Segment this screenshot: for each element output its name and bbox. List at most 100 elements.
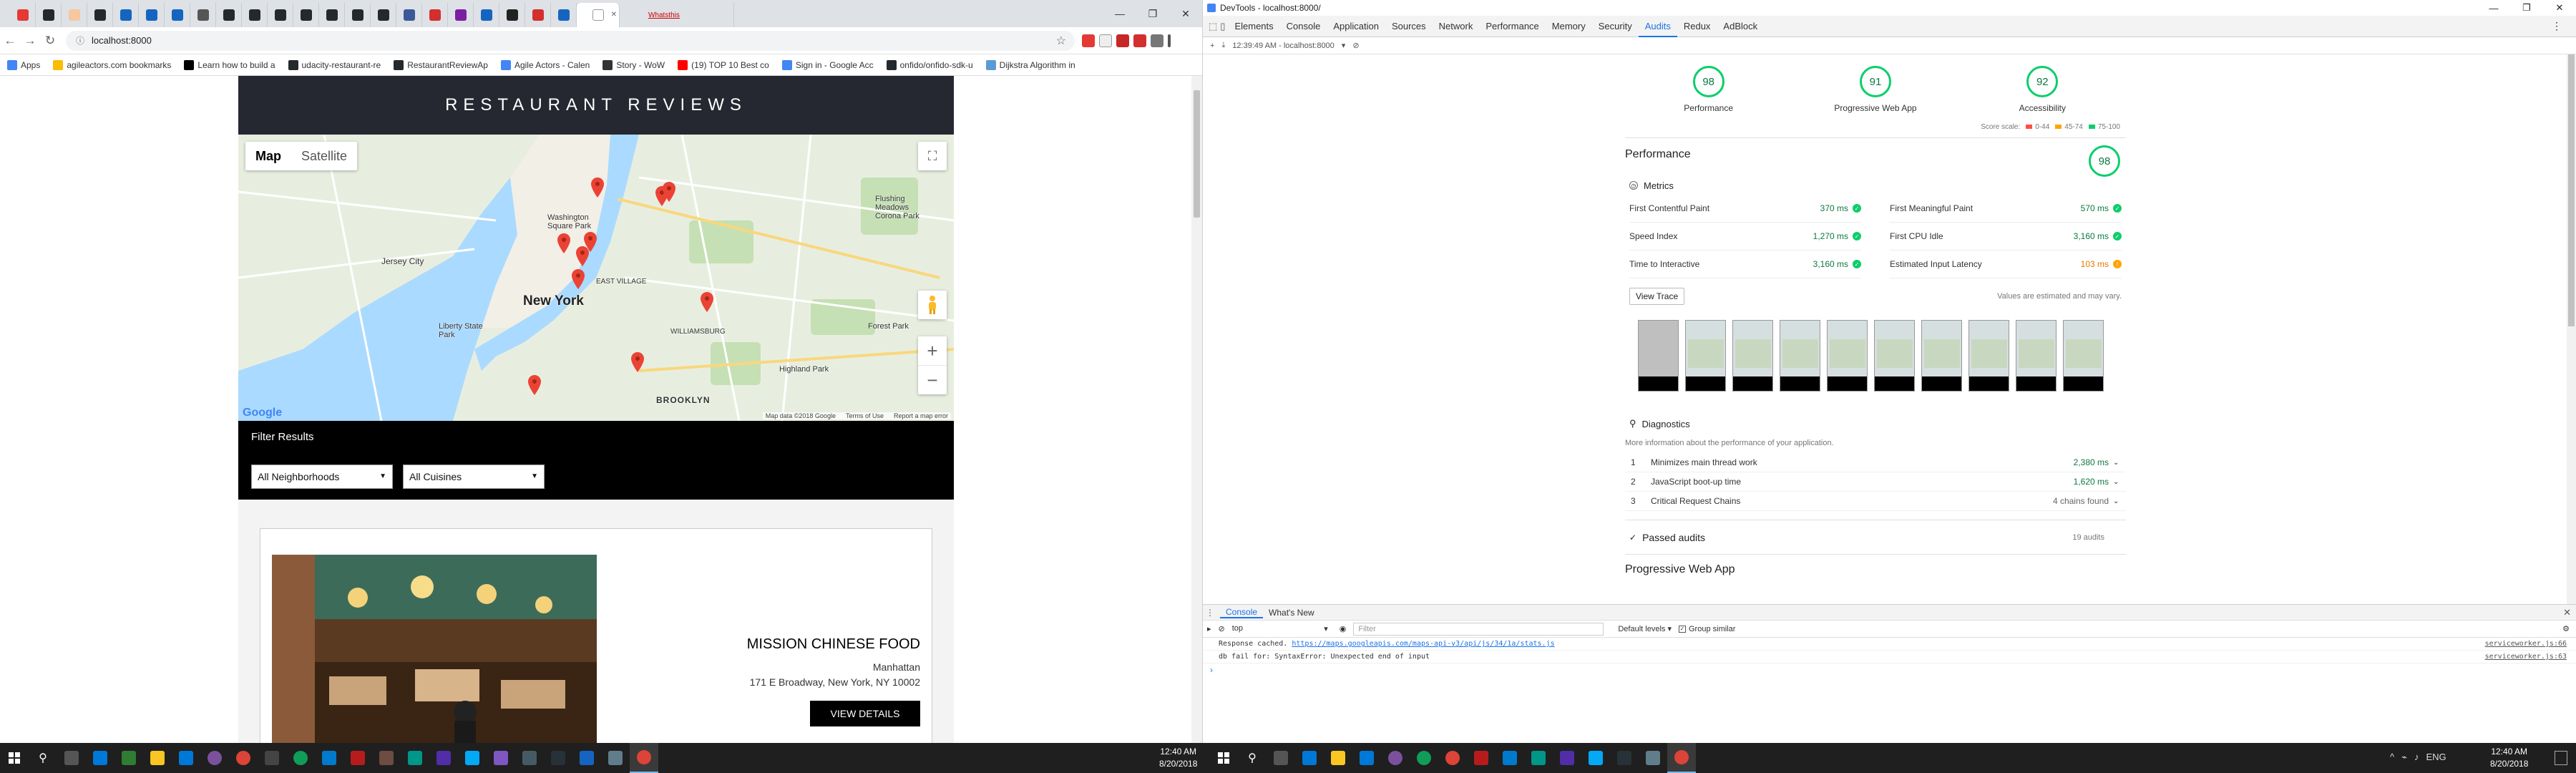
tab[interactable] xyxy=(10,3,36,27)
tab[interactable] xyxy=(474,3,499,27)
chrome-icon[interactable] xyxy=(229,743,258,773)
app-icon[interactable] xyxy=(515,743,544,773)
tab-application[interactable]: Application xyxy=(1327,16,1385,37)
edge-icon[interactable] xyxy=(114,743,143,773)
metrics-header[interactable]: ◷ Metrics xyxy=(1625,176,2126,195)
app-icon[interactable] xyxy=(1581,743,1610,773)
terms-link[interactable]: Terms of Use xyxy=(846,412,884,419)
vscode-icon[interactable] xyxy=(1496,743,1524,773)
volume-icon[interactable]: ♪ xyxy=(2414,752,2419,763)
map-marker-icon[interactable] xyxy=(576,246,589,266)
download-icon[interactable]: ⤓ xyxy=(1221,41,1225,50)
search-icon[interactable]: ⚲ xyxy=(29,743,57,773)
zoom-out-button[interactable]: − xyxy=(918,365,947,394)
neighborhoods-select[interactable]: All Neighborhoods ▼ xyxy=(251,465,393,489)
chrome-icon[interactable] xyxy=(1410,743,1438,773)
tab-whats-new[interactable]: What's New xyxy=(1263,608,1320,618)
add-icon[interactable]: + xyxy=(1210,42,1214,50)
bookmark[interactable]: Learn how to build a xyxy=(184,59,275,70)
bookmark[interactable]: (19) TOP 10 Best co xyxy=(678,59,769,70)
map-marker-icon[interactable] xyxy=(591,178,604,198)
passed-audits[interactable]: ✓ Passed audits 19 audits xyxy=(1625,520,2126,554)
app-icon[interactable] xyxy=(343,743,372,773)
map-marker-icon[interactable] xyxy=(631,352,644,372)
device-toolbar-icon[interactable]: ▯ xyxy=(1220,21,1225,32)
zoom-in-button[interactable]: + xyxy=(918,336,947,365)
map-marker-icon[interactable] xyxy=(701,292,713,312)
report-error-link[interactable]: Report a map error xyxy=(894,412,948,419)
filter-input[interactable]: Filter xyxy=(1353,622,1604,636)
tab[interactable] xyxy=(87,3,113,27)
bookmark[interactable]: onfido/onfido-sdk-u xyxy=(886,59,973,70)
tab-network[interactable]: Network xyxy=(1433,16,1480,37)
app-icon[interactable] xyxy=(372,743,401,773)
diagnostic-row[interactable]: 2 JavaScript boot-up time 1,620 ms ⌄ xyxy=(1625,472,2126,492)
tab-audits[interactable]: Audits xyxy=(1638,16,1677,37)
chrome-icon[interactable] xyxy=(630,743,658,773)
diagnostic-row[interactable]: 3 Critical Request Chains 4 chains found ⌄ xyxy=(1625,492,2126,511)
fullscreen-icon[interactable]: ⛶ xyxy=(918,142,947,170)
scrollbar-thumb[interactable] xyxy=(2568,54,2575,326)
expand-icon[interactable]: ⌄ xyxy=(2113,497,2126,505)
extension-icon[interactable] xyxy=(1099,34,1112,47)
sidebar-icon[interactable]: ▸ xyxy=(1207,624,1211,633)
explorer-icon[interactable] xyxy=(1324,743,1352,773)
more-icon[interactable]: ⋮ xyxy=(1206,608,1214,618)
map-button[interactable]: Map xyxy=(245,142,291,170)
view-trace-button[interactable]: View Trace xyxy=(1629,288,1685,305)
scrollbar-thumb[interactable] xyxy=(1194,90,1200,218)
diagnostic-row[interactable]: 1 Minimizes main thread work 2,380 ms ⌄ xyxy=(1625,453,2126,472)
close-tab-icon[interactable]: ✕ xyxy=(611,11,617,19)
notifications-icon[interactable] xyxy=(2555,751,2567,765)
bookmark[interactable]: RestaurantReviewAp xyxy=(394,59,488,70)
network-icon[interactable]: ⌁ xyxy=(2401,752,2407,763)
star-icon[interactable]: ☆ xyxy=(1056,34,1066,48)
tab-performance[interactable]: Performance xyxy=(1479,16,1545,37)
tab[interactable] xyxy=(242,3,268,27)
tab-security[interactable]: Security xyxy=(1592,16,1639,37)
diagnostics-header[interactable]: ⚲ Diagnostics xyxy=(1625,414,2126,433)
calculator-icon[interactable] xyxy=(258,743,286,773)
app-icon[interactable] xyxy=(487,743,515,773)
info-icon[interactable]: ⓘ xyxy=(76,34,84,47)
tab-adblock[interactable]: AdBlock xyxy=(1717,16,1764,37)
map-marker-icon[interactable] xyxy=(528,375,541,395)
app-icon[interactable] xyxy=(458,743,487,773)
maximize-icon[interactable]: ❐ xyxy=(1136,0,1169,27)
google-map[interactable]: Jersey City New York BROOKLYN WILLIAMSBU… xyxy=(238,135,954,421)
explorer-icon[interactable] xyxy=(143,743,172,773)
tab[interactable] xyxy=(139,3,165,27)
bookmark[interactable]: Apps xyxy=(7,59,40,70)
tab-console[interactable]: Console xyxy=(1220,607,1264,618)
close-drawer-icon[interactable]: ✕ xyxy=(2563,607,2571,618)
app-icon[interactable] xyxy=(1610,743,1639,773)
group-similar-toggle[interactable]: ✓ Group similar xyxy=(1679,625,1735,633)
gear-icon[interactable]: ⚙ xyxy=(2562,624,2570,633)
bookmark[interactable]: udacity-restaurant-re xyxy=(288,59,381,70)
clear-icon[interactable]: ⊘ xyxy=(1352,41,1359,50)
clock-right[interactable]: 12:40 AM 8/20/2018 xyxy=(2490,746,2528,770)
tab-console[interactable]: Console xyxy=(1280,16,1327,37)
app-icon[interactable] xyxy=(429,743,458,773)
cuisines-select[interactable]: All Cuisines ▼ xyxy=(403,465,545,489)
bookmark[interactable]: Sign in - Google Acc xyxy=(781,59,874,70)
mail-icon[interactable] xyxy=(1295,743,1324,773)
bookmark[interactable]: agileactors.com bookmarks xyxy=(53,59,171,70)
tab[interactable] xyxy=(422,3,448,27)
bookmark[interactable]: Story - WoW xyxy=(602,59,665,70)
context-select[interactable]: top ▾ xyxy=(1232,624,1332,633)
forward-icon[interactable]: → xyxy=(20,34,40,48)
start-icon[interactable] xyxy=(1209,743,1238,773)
log-link[interactable]: https://maps.googleapis.com/maps-api-v3/… xyxy=(1292,640,1554,648)
expand-icon[interactable]: ⌄ xyxy=(2113,459,2126,467)
gauge-accessibility[interactable]: 92 Accessibility xyxy=(1985,66,2099,120)
page-scrollbar[interactable] xyxy=(1191,76,1202,743)
tab[interactable] xyxy=(268,3,293,27)
store-icon[interactable] xyxy=(172,743,200,773)
map-marker-icon[interactable] xyxy=(557,233,570,253)
tab-memory[interactable]: Memory xyxy=(1546,16,1592,37)
extension-icon[interactable] xyxy=(1151,34,1163,47)
tab[interactable] xyxy=(551,3,577,27)
bookmark[interactable]: Dijkstra Algorithm in xyxy=(985,59,1075,70)
more-icon[interactable]: ⋮ xyxy=(2552,20,2562,32)
